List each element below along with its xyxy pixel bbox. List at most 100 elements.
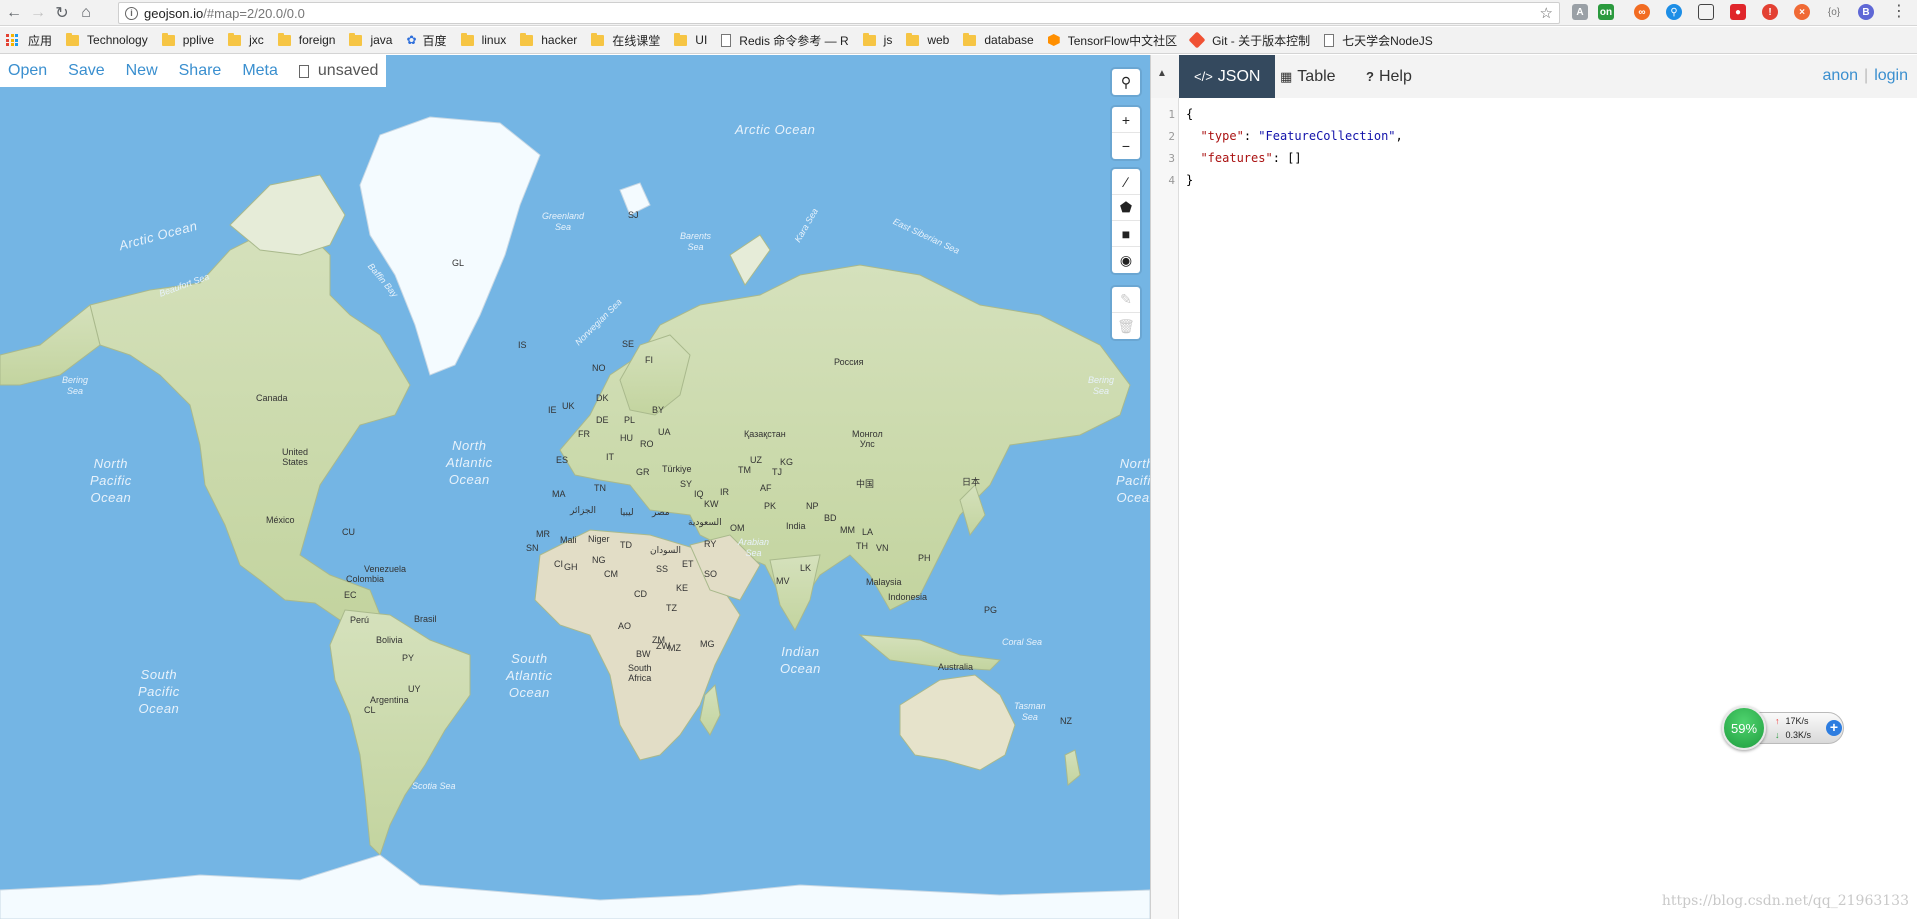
line-gutter: 1 2 3 4 <box>1151 98 1179 919</box>
zoom-in-button[interactable]: + <box>1112 107 1140 133</box>
polygon-icon: ⬟ <box>1119 199 1133 215</box>
place-label: CI <box>554 559 563 569</box>
speed-plus-icon[interactable]: + <box>1826 720 1842 736</box>
ext-red-round-icon[interactable]: ! <box>1762 4 1778 20</box>
arrow-right-icon: → <box>30 4 46 21</box>
tab-help[interactable]: ? Help <box>1351 55 1427 98</box>
bookmark-item[interactable]: database <box>963 32 1034 47</box>
share-button[interactable]: Share <box>179 62 222 80</box>
place-label: TD <box>620 540 632 550</box>
line-number: 4 <box>1168 174 1175 187</box>
place-label: الجزائر <box>570 505 596 515</box>
delete-layers-button[interactable]: 🗑 <box>1112 313 1140 339</box>
draw-marker-button[interactable]: ◉ <box>1112 247 1140 273</box>
bookmark-item[interactable]: 七天学会NodeJS <box>1324 32 1433 49</box>
ocean-label: South Pacific Ocean <box>138 667 180 716</box>
place-label: MV <box>776 576 790 586</box>
bookmark-item[interactable]: java <box>349 32 392 47</box>
place-label: Indonesia <box>888 592 928 602</box>
download-arrow-icon: ↓ <box>1775 730 1780 740</box>
bookmark-item[interactable]: ✿ 百度 <box>406 32 446 49</box>
ext-orange-icon[interactable]: ∞ <box>1634 4 1650 20</box>
place-label: DK <box>596 393 609 403</box>
upload-arrow-icon: ↑ <box>1775 716 1780 726</box>
sea-label: Bering Sea <box>62 375 89 396</box>
screenshot-extension-icon[interactable] <box>1698 4 1714 20</box>
json-editor[interactable]: 1 2 3 4 { "type": "FeatureCollection", "… <box>1151 98 1917 919</box>
save-button[interactable]: Save <box>68 62 104 80</box>
sea-label: Greenland Sea <box>542 211 585 232</box>
bookmark-item[interactable]: Technology <box>66 32 148 47</box>
place-label: PL <box>624 415 636 425</box>
collapse-panel-icon[interactable]: ▲ <box>1157 68 1167 79</box>
bookmark-item[interactable]: UI <box>674 32 707 47</box>
place-label: EC <box>344 590 357 600</box>
file-status[interactable]: unsaved <box>298 62 378 80</box>
login-link[interactable]: login <box>1874 67 1908 84</box>
place-label: Canada <box>256 393 288 403</box>
bookmark-apps[interactable]: 应用 <box>6 32 52 49</box>
draw-rectangle-button[interactable]: ■ <box>1112 221 1140 247</box>
bookmark-item[interactable]: linux <box>460 32 506 47</box>
tab-json[interactable]: </> JSON <box>1179 55 1276 98</box>
ext-close-icon[interactable]: × <box>1794 4 1810 20</box>
place-label: ZW <box>656 641 670 651</box>
bookmark-item[interactable]: Git - 关于版本控制 <box>1188 31 1310 49</box>
bookmark-item[interactable]: js <box>862 32 892 47</box>
back-button[interactable]: ← <box>4 3 24 23</box>
bookmark-item[interactable]: Redis 命令参考 — R <box>721 32 849 49</box>
sea-label: Arabian Sea <box>738 537 770 558</box>
meta-button[interactable]: Meta <box>242 62 278 80</box>
bookmark-item[interactable]: web <box>906 32 949 47</box>
bookmark-item[interactable]: pplive <box>161 32 214 47</box>
edit-layers-button[interactable]: ✎ <box>1112 287 1140 313</box>
place-label: KW <box>704 499 719 509</box>
sea-label: Barents Sea <box>680 231 712 252</box>
user-link[interactable]: anon <box>1822 67 1858 84</box>
folder-icon <box>674 32 688 46</box>
bookmark-item[interactable]: hacker <box>520 32 577 47</box>
home-button[interactable]: ⌂ <box>76 3 96 23</box>
place-label: TZ <box>666 603 677 613</box>
ext-braces-icon[interactable]: {o} <box>1826 4 1842 20</box>
forward-button[interactable]: → <box>28 3 48 23</box>
bookmark-item[interactable]: TensorFlow中文社区 <box>1047 32 1177 49</box>
ext-blue-icon[interactable]: ⚲ <box>1666 4 1682 20</box>
place-label: BY <box>652 405 665 415</box>
bookmark-star-icon[interactable]: ☆ <box>1540 4 1553 22</box>
draw-line-button[interactable]: ∕ <box>1112 169 1140 195</box>
bookmark-item[interactable]: 在线课堂 <box>591 32 660 49</box>
ocean-label: North Atlantic Ocean <box>446 438 493 487</box>
place-label: السعودية <box>688 517 722 527</box>
draw-polygon-button[interactable]: ⬟ <box>1112 195 1140 221</box>
speed-rates: ↑ 17K/s ↓ 0.3K/s <box>1775 716 1812 740</box>
sea-label: Tasman Sea <box>1014 701 1046 722</box>
zoom-out-button[interactable]: − <box>1112 133 1140 159</box>
ext-purple-icon[interactable]: B <box>1858 4 1874 20</box>
reload-icon: ↻ <box>55 5 69 22</box>
search-button[interactable]: ⚲ <box>1112 69 1140 95</box>
new-button[interactable]: New <box>126 62 158 80</box>
angular-extension-icon[interactable]: A <box>1572 4 1588 20</box>
place-label: OM <box>730 523 745 533</box>
place-label: CD <box>634 589 647 599</box>
folder-icon <box>520 32 534 46</box>
place-label: Bolivia <box>376 635 403 645</box>
ext-red-icon[interactable]: ● <box>1730 4 1746 20</box>
sea-label: Scotia Sea <box>412 781 456 791</box>
bookmark-item[interactable]: foreign <box>277 32 335 47</box>
tab-table[interactable]: ▦ Table <box>1265 55 1351 98</box>
info-icon[interactable]: i <box>125 6 138 20</box>
place-label: IS <box>518 340 527 350</box>
map-canvas[interactable]: Open Save New Share Meta unsaved Arctic … <box>0 55 1150 919</box>
place-label: IT <box>606 452 614 462</box>
reload-button[interactable]: ↻ <box>52 3 72 23</box>
on-extension-icon[interactable]: on <box>1598 4 1614 20</box>
browser-menu-icon[interactable]: ⋮ <box>1891 3 1907 21</box>
place-label: VN <box>876 543 889 553</box>
north-america-shape <box>89 224 411 621</box>
address-bar[interactable]: i geojson.io/#map=2/20.0/0.0 ☆ <box>118 2 1560 24</box>
open-button[interactable]: Open <box>8 62 47 80</box>
bookmark-item[interactable]: jxc <box>228 32 264 47</box>
network-speed-widget[interactable]: 59% ↑ 17K/s ↓ 0.3K/s + <box>1722 706 1846 750</box>
